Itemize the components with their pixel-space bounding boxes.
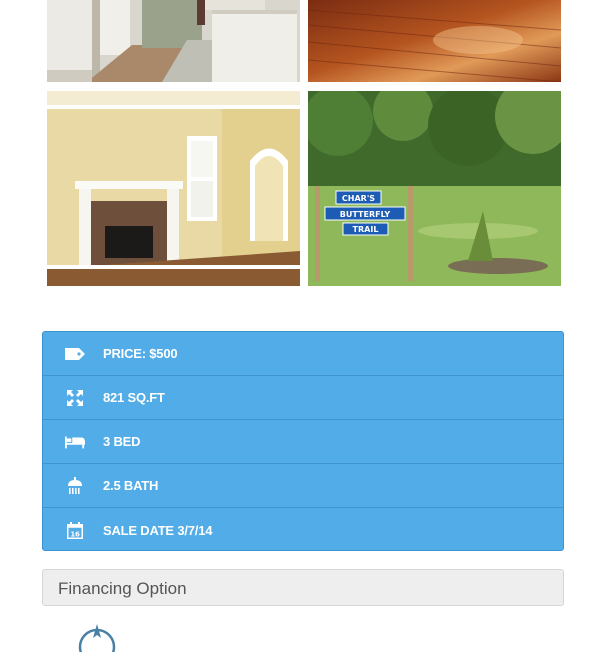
property-details-panel: PRICE: $500 821 SQ.FT 3 BED 2.5 BATH 16 … <box>42 331 564 551</box>
bath-text: 2.5 BATH <box>103 478 159 493</box>
calendar-day: 16 <box>70 530 80 538</box>
sale-date-text: SALE DATE 3/7/14 <box>103 522 213 538</box>
price-row: PRICE: $500 <box>43 332 563 376</box>
photo-butterfly-trail[interactable]: CHAR'S BUTTERFLY TRAIL <box>308 91 561 286</box>
expand-icon <box>65 389 85 407</box>
sign-text-2: BUTTERFLY <box>340 210 391 219</box>
shower-icon <box>65 476 85 495</box>
compass-icon <box>72 622 122 657</box>
financing-option-title: Financing Option <box>58 579 187 598</box>
sale-date-row: 16 SALE DATE 3/7/14 <box>43 508 563 550</box>
photo-hardwood-floor[interactable] <box>308 0 561 82</box>
sign-text-1: CHAR'S <box>342 194 375 203</box>
bath-row: 2.5 BATH <box>43 464 563 508</box>
area-text: 821 SQ.FT <box>103 390 165 405</box>
sign-text-3: TRAIL <box>353 225 379 234</box>
financing-option-panel[interactable]: Financing Option <box>42 569 564 606</box>
bed-row: 3 BED <box>43 420 563 464</box>
photo-living-room[interactable] <box>47 91 300 286</box>
price-tag-icon <box>65 345 85 363</box>
bed-text: 3 BED <box>103 434 141 449</box>
photo-hallway[interactable] <box>47 0 300 82</box>
calendar-icon: 16 <box>65 521 85 539</box>
price-text: PRICE: $500 <box>103 346 178 361</box>
area-row: 821 SQ.FT <box>43 376 563 420</box>
bed-icon <box>65 433 85 451</box>
